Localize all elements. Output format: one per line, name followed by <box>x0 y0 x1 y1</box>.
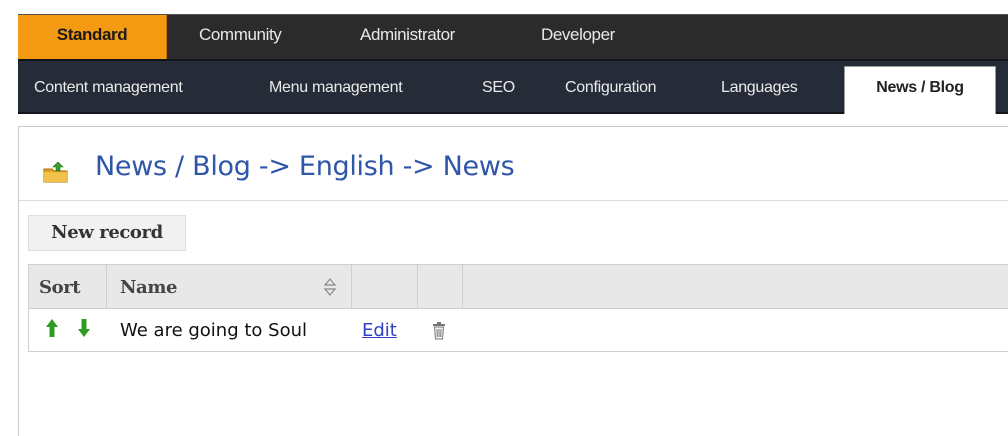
tab-menu-management[interactable]: Menu management <box>269 61 402 112</box>
tab-standard[interactable]: Standard <box>18 15 167 59</box>
new-record-button[interactable]: New record <box>28 215 186 251</box>
column-divider <box>351 265 352 309</box>
column-divider <box>462 265 463 309</box>
tab-content-management[interactable]: Content management <box>34 61 182 112</box>
tab-developer[interactable]: Developer <box>541 15 615 59</box>
top-navigation: Standard Community Administrator Develop… <box>18 14 1008 59</box>
arrow-up-icon[interactable] <box>45 318 59 338</box>
page-heading: News / Blog -> English -> News <box>19 127 1008 201</box>
page-title: News / Blog -> English -> News <box>95 151 514 182</box>
arrow-down-icon[interactable] <box>77 318 91 338</box>
tab-news-blog[interactable]: News / Blog <box>844 66 996 114</box>
tab-languages[interactable]: Languages <box>721 61 798 112</box>
records-grid: Sort Name We are going to Soul Edit <box>28 264 1008 352</box>
record-name: We are going to Soul <box>120 309 307 351</box>
grid-header: Sort Name <box>29 265 1008 309</box>
column-header-name[interactable]: Name <box>120 265 177 309</box>
tab-community[interactable]: Community <box>199 15 281 59</box>
column-divider <box>417 265 418 309</box>
sub-navigation: Content management Menu management SEO C… <box>18 59 1008 114</box>
content-panel: News / Blog -> English -> News New recor… <box>18 126 1008 436</box>
folder-up-icon <box>43 161 69 183</box>
tab-seo[interactable]: SEO <box>482 61 515 112</box>
edit-link[interactable]: Edit <box>362 309 397 351</box>
column-header-sort[interactable]: Sort <box>39 265 80 309</box>
sort-toggle-icon[interactable] <box>322 277 338 297</box>
table-row: We are going to Soul Edit <box>29 309 1008 351</box>
tab-administrator[interactable]: Administrator <box>360 15 455 59</box>
column-divider <box>106 265 107 309</box>
tab-configuration[interactable]: Configuration <box>565 61 656 112</box>
trash-icon[interactable] <box>432 322 446 340</box>
